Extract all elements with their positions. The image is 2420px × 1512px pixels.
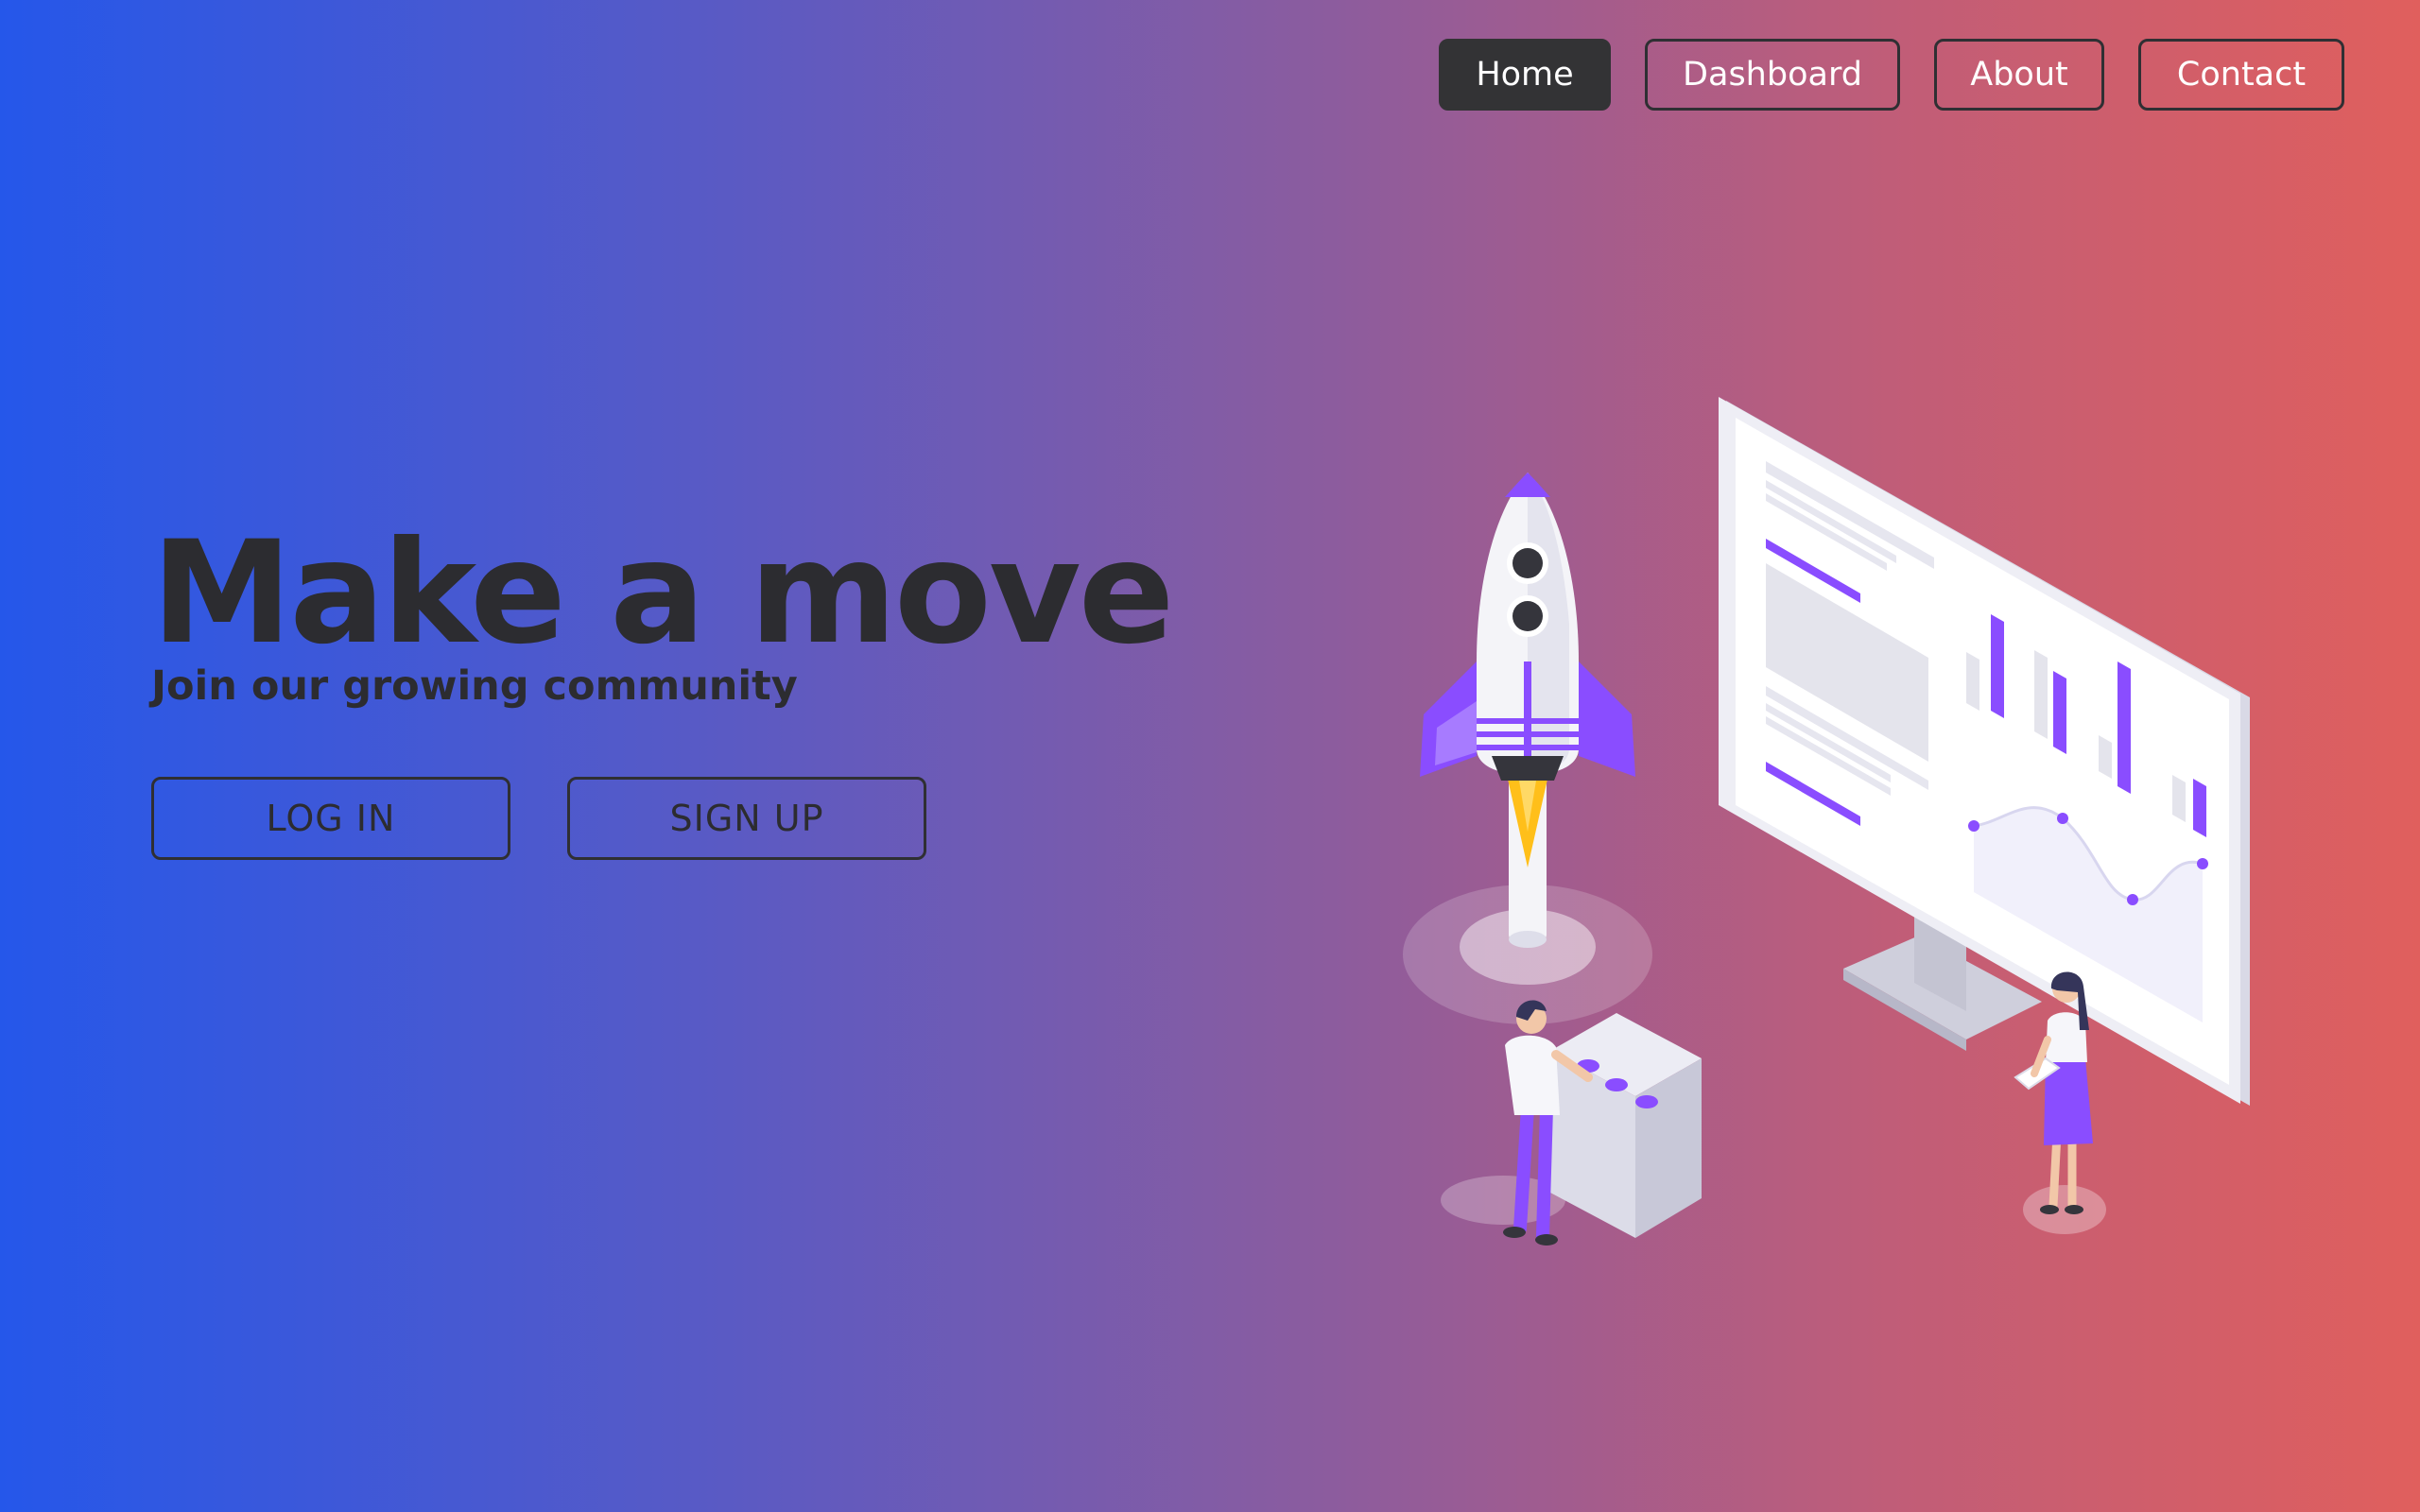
rocket-icon — [1403, 472, 1652, 1024]
nav-contact-button[interactable]: Contact — [2138, 39, 2344, 111]
nav-dashboard-button[interactable]: Dashboard — [1645, 39, 1900, 111]
hero-title: Make a move — [151, 511, 1174, 676]
hero-section: Make a move Join our growing community — [151, 511, 1174, 713]
nav-home-button[interactable]: Home — [1439, 39, 1611, 111]
monitor-icon — [1719, 397, 2250, 1106]
login-button[interactable]: LOG IN — [151, 777, 510, 860]
hero-illustration — [1361, 378, 2288, 1285]
top-navigation: Home Dashboard About Contact — [1439, 39, 2344, 111]
nav-about-button[interactable]: About — [1934, 39, 2104, 111]
cta-buttons: LOG IN SIGN UP — [151, 777, 926, 860]
signup-button[interactable]: SIGN UP — [567, 777, 926, 860]
control-panel-icon — [1441, 1013, 1702, 1238]
